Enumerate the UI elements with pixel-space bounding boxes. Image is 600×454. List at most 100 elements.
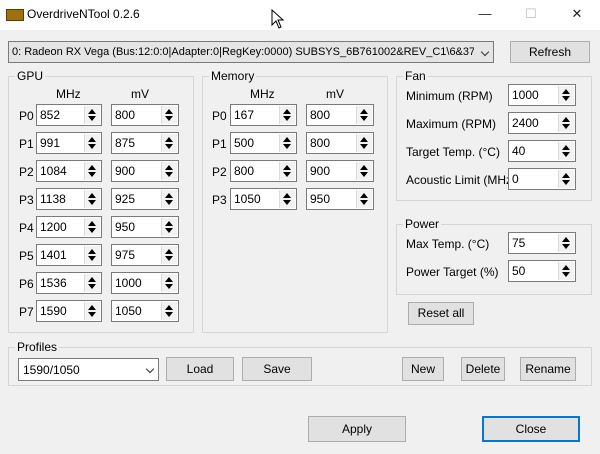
fan-acoustic-label: Acoustic Limit (MHz) [406,173,517,187]
gpu-mv-stepper[interactable]: 875 [111,132,179,154]
spin-arrows-icon[interactable] [356,134,372,152]
power-target-value: 50 [512,264,526,278]
spin-arrows-icon[interactable] [161,134,177,152]
spin-arrows-icon[interactable] [84,106,100,124]
spin-arrows-icon[interactable] [558,170,574,188]
memory-mhz-value: 1050 [234,192,261,206]
gpu-mhz-stepper[interactable]: 852 [36,104,102,126]
gpu-mv-stepper[interactable]: 925 [111,188,179,210]
fan-min-label: Minimum (RPM) [406,89,493,103]
spin-arrows-icon[interactable] [558,86,574,104]
spin-arrows-icon[interactable] [279,190,295,208]
profile-select[interactable]: 1590/1050 [18,358,159,381]
spin-arrows-icon[interactable] [161,162,177,180]
memory-mhz-value: 167 [234,108,255,122]
fan-target-stepper[interactable]: 40 [508,140,576,162]
maximize-button[interactable]: ☐ [508,0,554,30]
reset-all-button[interactable]: Reset all [408,302,474,325]
spin-arrows-icon[interactable] [558,114,574,132]
gpu-mhz-stepper[interactable]: 1590 [36,300,102,322]
refresh-button[interactable]: Refresh [510,41,590,63]
memory-state-label: P0 [212,109,227,123]
spin-arrows-icon[interactable] [356,106,372,124]
memory-mhz-header: MHz [250,87,275,101]
spin-arrows-icon[interactable] [161,190,177,208]
power-target-label: Power Target (%) [406,265,499,279]
memory-mv-stepper[interactable]: 800 [306,104,374,126]
rename-profile-button[interactable]: Rename [520,357,576,381]
device-select[interactable]: 0: Radeon RX Vega (Bus:12:0:0|Adapter:0|… [8,41,494,63]
apply-button[interactable]: Apply [308,416,406,442]
memory-mhz-value: 800 [234,164,255,178]
gpu-mv-value: 950 [115,220,136,234]
spin-arrows-icon[interactable] [84,302,100,320]
spin-arrows-icon[interactable] [84,218,100,236]
fan-max-value: 2400 [512,116,539,130]
spin-arrows-icon[interactable] [161,302,177,320]
spin-arrows-icon[interactable] [84,190,100,208]
gpu-mhz-value: 1138 [40,192,66,206]
gpu-mv-value: 900 [115,164,136,178]
power-maxtemp-stepper[interactable]: 75 [508,232,576,254]
memory-mhz-stepper[interactable]: 167 [230,104,297,126]
gpu-mv-stepper[interactable]: 900 [111,160,179,182]
gpu-mhz-stepper[interactable]: 1200 [36,216,102,238]
fan-acoustic-value: 0 [512,172,519,186]
gpu-mv-stepper[interactable]: 1050 [111,300,179,322]
spin-arrows-icon[interactable] [279,162,295,180]
spin-arrows-icon[interactable] [279,106,295,124]
new-profile-button[interactable]: New [402,357,444,381]
memory-mv-value: 950 [310,192,331,206]
gpu-mhz-stepper[interactable]: 1401 [36,244,102,266]
gpu-mhz-stepper[interactable]: 1536 [36,272,102,294]
spin-arrows-icon[interactable] [161,106,177,124]
fan-target-label: Target Temp. (°C) [406,145,500,159]
gpu-mv-stepper[interactable]: 800 [111,104,179,126]
spin-arrows-icon[interactable] [161,274,177,292]
memory-mv-stepper[interactable]: 900 [306,160,374,182]
gpu-mv-value: 975 [115,248,136,262]
gpu-mhz-value: 1200 [40,220,67,234]
gpu-mv-stepper[interactable]: 975 [111,244,179,266]
spin-arrows-icon[interactable] [84,162,100,180]
spin-arrows-icon[interactable] [558,262,574,280]
spin-arrows-icon[interactable] [279,134,295,152]
power-target-stepper[interactable]: 50 [508,260,576,282]
gpu-state-label: P6 [19,277,34,291]
memory-mhz-stepper[interactable]: 500 [230,132,297,154]
spin-arrows-icon[interactable] [356,162,372,180]
memory-mhz-stepper[interactable]: 800 [230,160,297,182]
fan-target-value: 40 [512,144,526,158]
gpu-mhz-stepper[interactable]: 1138 [36,188,102,210]
memory-mv-stepper[interactable]: 950 [306,188,374,210]
spin-arrows-icon[interactable] [356,190,372,208]
memory-mhz-stepper[interactable]: 1050 [230,188,297,210]
spin-arrows-icon[interactable] [558,142,574,160]
spin-arrows-icon[interactable] [84,246,100,264]
memory-mhz-value: 500 [234,136,255,150]
minimize-button[interactable]: — [462,0,508,30]
gpu-mhz-value: 1401 [40,248,67,262]
memory-state-label: P2 [212,165,227,179]
gpu-mv-stepper[interactable]: 1000 [111,272,179,294]
spin-arrows-icon[interactable] [84,274,100,292]
title-bar: OverdriveNTool 0.2.6 — ☐ ✕ [0,0,600,30]
close-button[interactable]: Close [482,416,580,442]
gpu-state-label: P2 [19,165,34,179]
memory-state-label: P1 [212,137,227,151]
spin-arrows-icon[interactable] [161,218,177,236]
fan-min-stepper[interactable]: 1000 [508,84,576,106]
fan-max-stepper[interactable]: 2400 [508,112,576,134]
spin-arrows-icon[interactable] [558,234,574,252]
gpu-mhz-stepper[interactable]: 1084 [36,160,102,182]
gpu-mv-stepper[interactable]: 950 [111,216,179,238]
save-button[interactable]: Save [242,357,312,381]
fan-acoustic-stepper[interactable]: 0 [508,168,576,190]
load-button[interactable]: Load [166,357,234,381]
memory-mv-stepper[interactable]: 800 [306,132,374,154]
gpu-mhz-stepper[interactable]: 991 [36,132,102,154]
spin-arrows-icon[interactable] [161,246,177,264]
spin-arrows-icon[interactable] [84,134,100,152]
delete-profile-button[interactable]: Delete [461,357,505,381]
close-window-button[interactable]: ✕ [554,0,600,30]
